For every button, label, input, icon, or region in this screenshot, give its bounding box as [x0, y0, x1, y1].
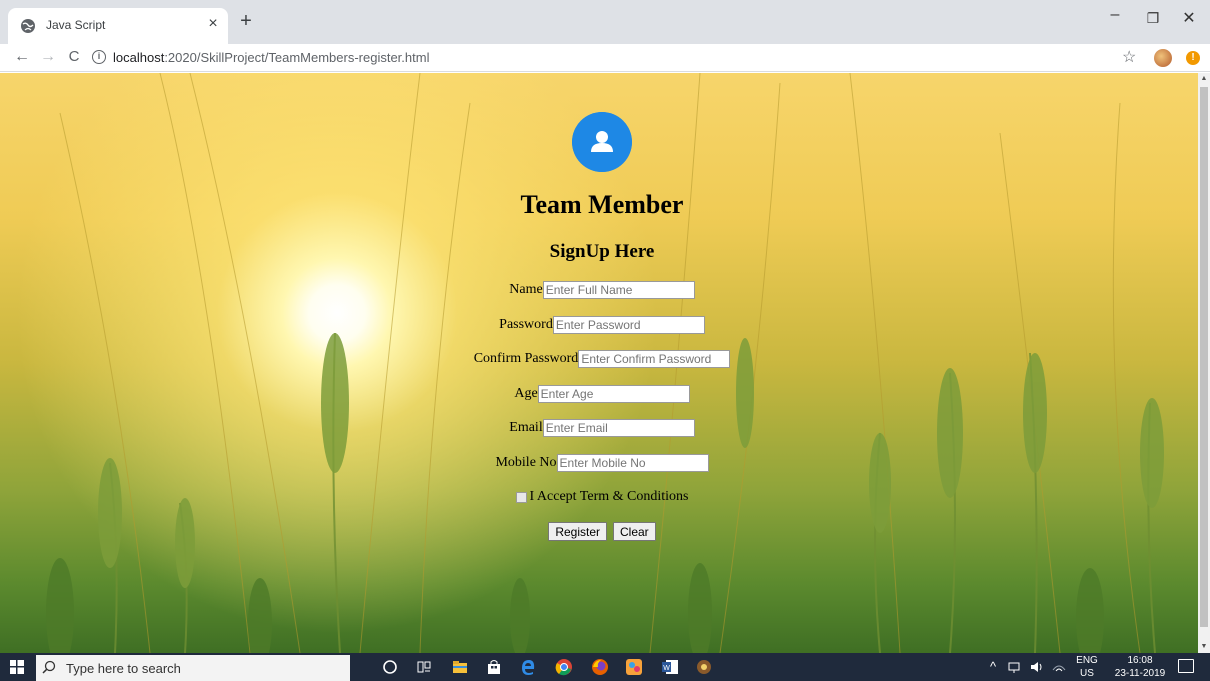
- password-input[interactable]: [552, 316, 705, 334]
- age-label: Age: [514, 386, 538, 401]
- language-top[interactable]: ENG: [1074, 655, 1100, 666]
- chrome-icon[interactable]: [554, 657, 574, 677]
- forward-arrow-icon[interactable]: →: [38, 47, 58, 67]
- tray-chevron-icon[interactable]: ^: [990, 659, 996, 674]
- scroll-thumb[interactable]: [1200, 87, 1208, 627]
- terms-checkbox[interactable]: [515, 491, 527, 503]
- wifi-icon[interactable]: [1050, 658, 1068, 676]
- search-placeholder: Type here to search: [66, 661, 181, 676]
- address-bar[interactable]: localhost:2020/SkillProject/TeamMembers-…: [113, 50, 429, 65]
- alert-icon[interactable]: !: [1186, 51, 1200, 65]
- clock-time[interactable]: 16:08: [1110, 655, 1170, 666]
- signup-form: Team Member SignUp Here Name Password Co…: [0, 73, 1198, 653]
- taskbar-search[interactable]: Type here to search: [36, 655, 350, 681]
- paint-app-icon[interactable]: [624, 657, 644, 677]
- file-explorer-icon[interactable]: [450, 657, 470, 677]
- name-input[interactable]: [542, 281, 695, 299]
- email-label: Email: [509, 420, 543, 435]
- minimize-icon[interactable]: –: [1106, 6, 1124, 24]
- windows-start-icon[interactable]: [10, 660, 24, 674]
- confirm-password-row: Confirm Password: [0, 350, 1198, 368]
- mobile-row: Mobile No: [0, 454, 1198, 472]
- email-row: Email: [0, 419, 1198, 437]
- cortana-icon[interactable]: [380, 657, 400, 677]
- terms-label: I Accept Term & Conditions: [529, 489, 689, 504]
- page-title: Team Member: [520, 190, 684, 219]
- browser-tab-bar: Java Script × + – ❐ ✕: [0, 0, 1210, 44]
- age-row: Age: [0, 385, 1198, 403]
- firefox-icon[interactable]: [590, 657, 610, 677]
- globe-icon: [21, 19, 35, 33]
- volume-icon[interactable]: [1028, 658, 1046, 676]
- word-icon[interactable]: W: [660, 657, 680, 677]
- browser-toolbar: ← → C i localhost:2020/SkillProject/Team…: [0, 44, 1210, 72]
- url-path: :2020/SkillProject/TeamMembers-register.…: [164, 50, 430, 65]
- notification-icon[interactable]: [1178, 659, 1194, 673]
- user-avatar-icon: [572, 112, 632, 172]
- info-icon[interactable]: i: [92, 50, 106, 64]
- terms-row: I Accept Term & Conditions: [0, 489, 1198, 505]
- svg-text:W: W: [663, 665, 670, 672]
- new-tab-button[interactable]: +: [236, 11, 256, 31]
- name-row: Name: [0, 281, 1198, 299]
- clock-date[interactable]: 23-11-2019: [1110, 668, 1170, 679]
- mobile-label: Mobile No: [495, 455, 557, 470]
- url-host: localhost: [113, 50, 165, 65]
- scroll-down-icon[interactable]: ▼: [1198, 641, 1210, 653]
- name-label: Name: [509, 282, 543, 297]
- tab-title: Java Script: [46, 18, 106, 32]
- buttons-row: Register Clear: [0, 522, 1198, 541]
- browser-tab[interactable]: Java Script ×: [8, 8, 228, 44]
- register-button[interactable]: Register: [548, 522, 607, 541]
- tab-close-icon[interactable]: ×: [204, 15, 222, 33]
- scroll-up-icon[interactable]: ▲: [1198, 73, 1210, 85]
- mobile-input[interactable]: [556, 454, 709, 472]
- extension-icon[interactable]: [1154, 49, 1172, 67]
- password-row: Password: [0, 316, 1198, 334]
- confirm-password-input[interactable]: [578, 350, 731, 368]
- language-bottom[interactable]: US: [1074, 668, 1100, 679]
- email-input[interactable]: [542, 419, 695, 437]
- clear-button[interactable]: Clear: [613, 522, 656, 541]
- back-arrow-icon[interactable]: ←: [12, 47, 32, 67]
- page-scrollbar[interactable]: ▲ ▼: [1198, 73, 1210, 653]
- restore-icon[interactable]: ❐: [1144, 10, 1162, 27]
- bookmark-star-icon[interactable]: ☆: [1122, 47, 1136, 67]
- windows-taskbar: Type here to search W ^ ENG US 16:08 23-…: [0, 653, 1210, 681]
- age-input[interactable]: [537, 385, 690, 403]
- password-label: Password: [499, 317, 553, 332]
- app-icon[interactable]: [694, 657, 714, 677]
- store-icon[interactable]: [484, 657, 504, 677]
- close-icon[interactable]: ✕: [1180, 8, 1198, 28]
- search-icon: [42, 660, 56, 674]
- confirm-password-label: Confirm Password: [473, 351, 579, 366]
- reload-icon[interactable]: C: [64, 47, 84, 67]
- page-viewport: Team Member SignUp Here Name Password Co…: [0, 73, 1198, 653]
- page-subtitle: SignUp Here: [549, 241, 655, 262]
- network-icon[interactable]: [1006, 658, 1024, 676]
- task-view-icon[interactable]: [414, 657, 434, 677]
- edge-icon[interactable]: [518, 657, 538, 677]
